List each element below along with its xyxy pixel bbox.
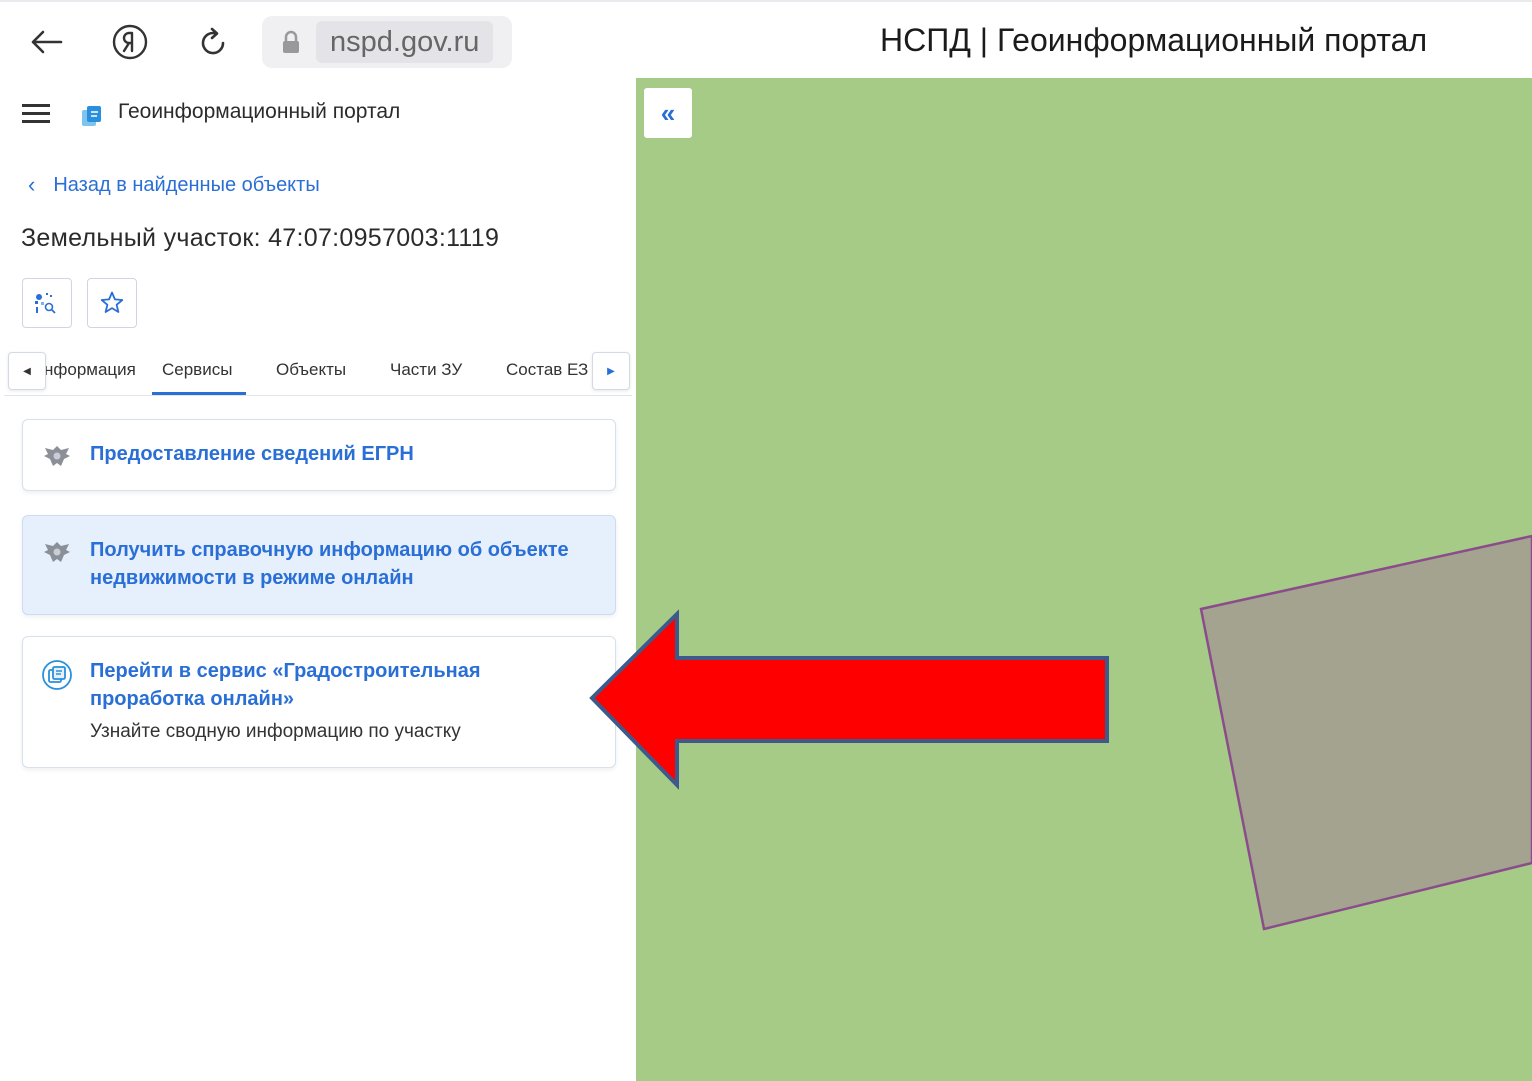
service-title: Перейти в сервис «Градостроительная прор…: [90, 660, 481, 710]
browser-toolbar: nspd.gov.ru НСПД | Геоинформационный пор…: [0, 0, 1532, 78]
emblem-icon: [41, 440, 73, 472]
tabs-scroll-left-button[interactable]: ◀: [8, 352, 46, 390]
service-subtitle: Узнайте сводную информацию по участку: [90, 721, 461, 742]
yandex-logo-icon[interactable]: [108, 20, 152, 64]
caret-right-icon: ▶: [607, 365, 615, 377]
collapse-panel-button[interactable]: «: [644, 88, 692, 138]
tab-information[interactable]: нформация: [44, 360, 136, 380]
url-text[interactable]: nspd.gov.ru: [316, 21, 494, 63]
service-title: Получить справочную информацию об объект…: [90, 539, 569, 589]
lock-icon: [280, 29, 302, 55]
locate-on-map-button[interactable]: [22, 278, 72, 328]
active-tab-indicator: [152, 392, 246, 395]
object-title: Земельный участок: 47:07:0957003:1119: [21, 224, 500, 252]
tab-composition[interactable]: Состав ЕЗ: [506, 360, 588, 380]
service-card-egrn[interactable]: Предоставление сведений ЕГРН: [22, 419, 616, 491]
portal-name[interactable]: Геоинформационный портал: [118, 100, 400, 124]
land-parcel: [1199, 534, 1532, 931]
star-icon: [100, 291, 124, 313]
chevron-left-icon: ‹: [28, 172, 36, 197]
caret-left-icon: ◀: [23, 365, 31, 377]
address-bar[interactable]: nspd.gov.ru: [262, 16, 512, 68]
tab-land-parts[interactable]: Части ЗУ: [390, 360, 462, 380]
object-info-panel: Геоинформационный портал ‹ Назад в найде…: [0, 78, 636, 1081]
browser-page-title: НСПД | Геоинформационный портал: [880, 22, 1428, 58]
layers-icon: [41, 659, 73, 691]
map-view[interactable]: «: [636, 78, 1532, 1081]
portal-logo-icon: [80, 104, 104, 128]
map-search-icon: [35, 293, 56, 314]
tabs-scroll-right-button[interactable]: ▶: [592, 352, 630, 390]
service-card-reference-info[interactable]: Получить справочную информацию об объект…: [22, 515, 616, 615]
emblem-icon: [41, 536, 73, 568]
service-title: Предоставление сведений ЕГРН: [90, 443, 414, 465]
menu-icon[interactable]: [22, 104, 50, 126]
object-tabs: ◀ нформация Сервисы Объекты Части ЗУ Сос…: [4, 348, 632, 396]
back-arrow-icon[interactable]: [24, 20, 68, 64]
tab-services[interactable]: Сервисы: [162, 360, 232, 380]
map-canvas[interactable]: [636, 78, 1532, 1081]
tab-objects[interactable]: Объекты: [276, 360, 346, 380]
back-to-results-link[interactable]: ‹ Назад в найденные объекты: [28, 172, 320, 198]
reload-icon[interactable]: [192, 20, 236, 64]
add-to-favorites-button[interactable]: [87, 278, 137, 328]
back-link-label: Назад в найденные объекты: [53, 173, 320, 196]
service-card-urban-planning[interactable]: Перейти в сервис «Градостроительная прор…: [22, 636, 616, 768]
